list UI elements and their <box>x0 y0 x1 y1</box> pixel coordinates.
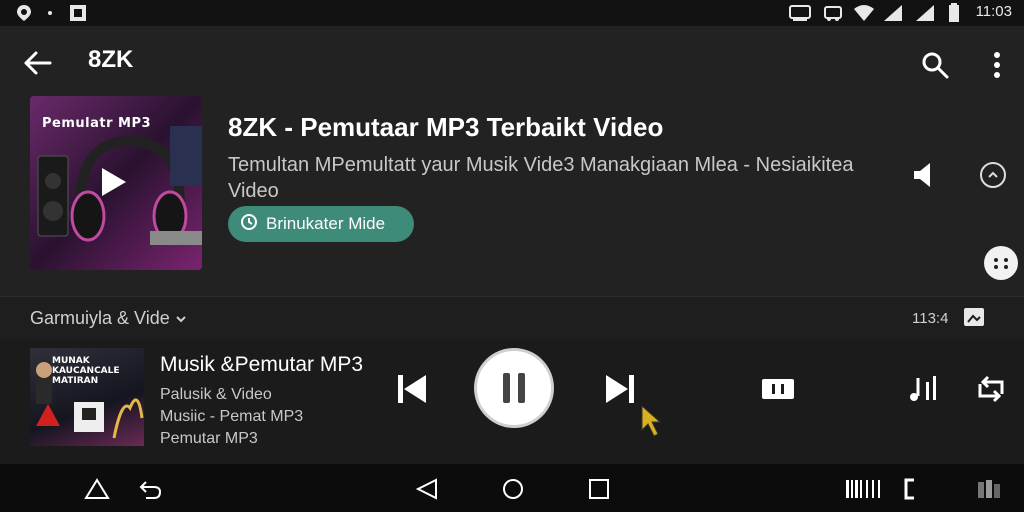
undo-icon[interactable] <box>138 478 164 500</box>
options-fab[interactable] <box>984 246 1018 280</box>
status-time: 11:03 <box>975 3 1012 20</box>
play-overlay-icon <box>102 168 126 196</box>
car-icon <box>822 3 844 23</box>
track-thumbnail[interactable]: MUNAK KAUCANCALE MATIRAN <box>30 348 144 446</box>
volume-icon[interactable] <box>910 160 940 190</box>
pause-icon <box>503 373 510 403</box>
notification-icon <box>68 3 88 23</box>
battery-icon <box>946 3 962 23</box>
section-count: 113:4 <box>912 310 949 327</box>
section-row: Garmuiyla & Vide 113:4 <box>0 298 1024 340</box>
cover-text: Pemulatr MP3 <box>42 116 152 131</box>
pause-button[interactable] <box>474 348 554 428</box>
clock-icon <box>240 213 258 235</box>
app-title: 8ZK <box>88 46 134 73</box>
section-label: Garmuiyla & Vide <box>30 308 170 328</box>
status-bar: 11:03 <box>0 0 1024 26</box>
mouse-cursor-icon <box>640 404 666 440</box>
system-nav-bar <box>0 464 1024 512</box>
track-source: Pemutar MP3 <box>160 430 258 447</box>
section-dropdown[interactable]: Garmuiyla & Vide <box>30 308 187 329</box>
home-icon[interactable] <box>500 478 526 500</box>
bracket-icon[interactable] <box>900 478 926 500</box>
album-cover[interactable]: Pemulatr MP3 <box>30 96 202 270</box>
cast-icon <box>788 3 812 23</box>
more-vert-icon[interactable] <box>986 50 1008 80</box>
track-title: Musik &Pemutar MP3 <box>160 353 364 376</box>
page-title: 8ZK - Pemutaar MP3 Terbaikt Video <box>228 112 664 142</box>
back-arrow-icon[interactable] <box>22 48 56 78</box>
signal-icon <box>882 3 904 23</box>
triangle-icon[interactable] <box>84 478 110 500</box>
location-icon <box>14 3 34 23</box>
track-album: Musiic - Pemat MP3 <box>160 408 304 425</box>
music-note-icon[interactable] <box>908 372 942 406</box>
queue-icon[interactable] <box>760 376 796 402</box>
mode-chip-label: Brinukater Mide <box>266 214 386 233</box>
recents-icon[interactable] <box>586 478 612 500</box>
skip-previous-icon[interactable] <box>394 372 430 406</box>
nav-back-icon[interactable] <box>414 478 440 500</box>
chevron-down-icon <box>175 308 187 328</box>
image-icon[interactable] <box>962 306 986 328</box>
expand-circle-icon[interactable] <box>978 160 1008 190</box>
page-subtitle: Temultan MPemultatt yaur Musik Vide3 Man… <box>228 154 854 202</box>
mode-chip[interactable]: Brinukater Mide <box>228 206 414 242</box>
wifi-icon <box>852 3 876 23</box>
skip-next-icon[interactable] <box>602 372 638 406</box>
barcode-icon[interactable] <box>846 478 896 500</box>
app-bar: 8ZK <box>0 26 1024 100</box>
app-icon[interactable] <box>976 478 1002 500</box>
divider <box>0 296 1024 297</box>
search-icon[interactable] <box>920 50 950 80</box>
repeat-icon[interactable] <box>974 372 1008 406</box>
signal-icon <box>914 3 936 23</box>
dot-icon <box>46 3 54 23</box>
track-artist: Palusik & Video <box>160 386 272 403</box>
